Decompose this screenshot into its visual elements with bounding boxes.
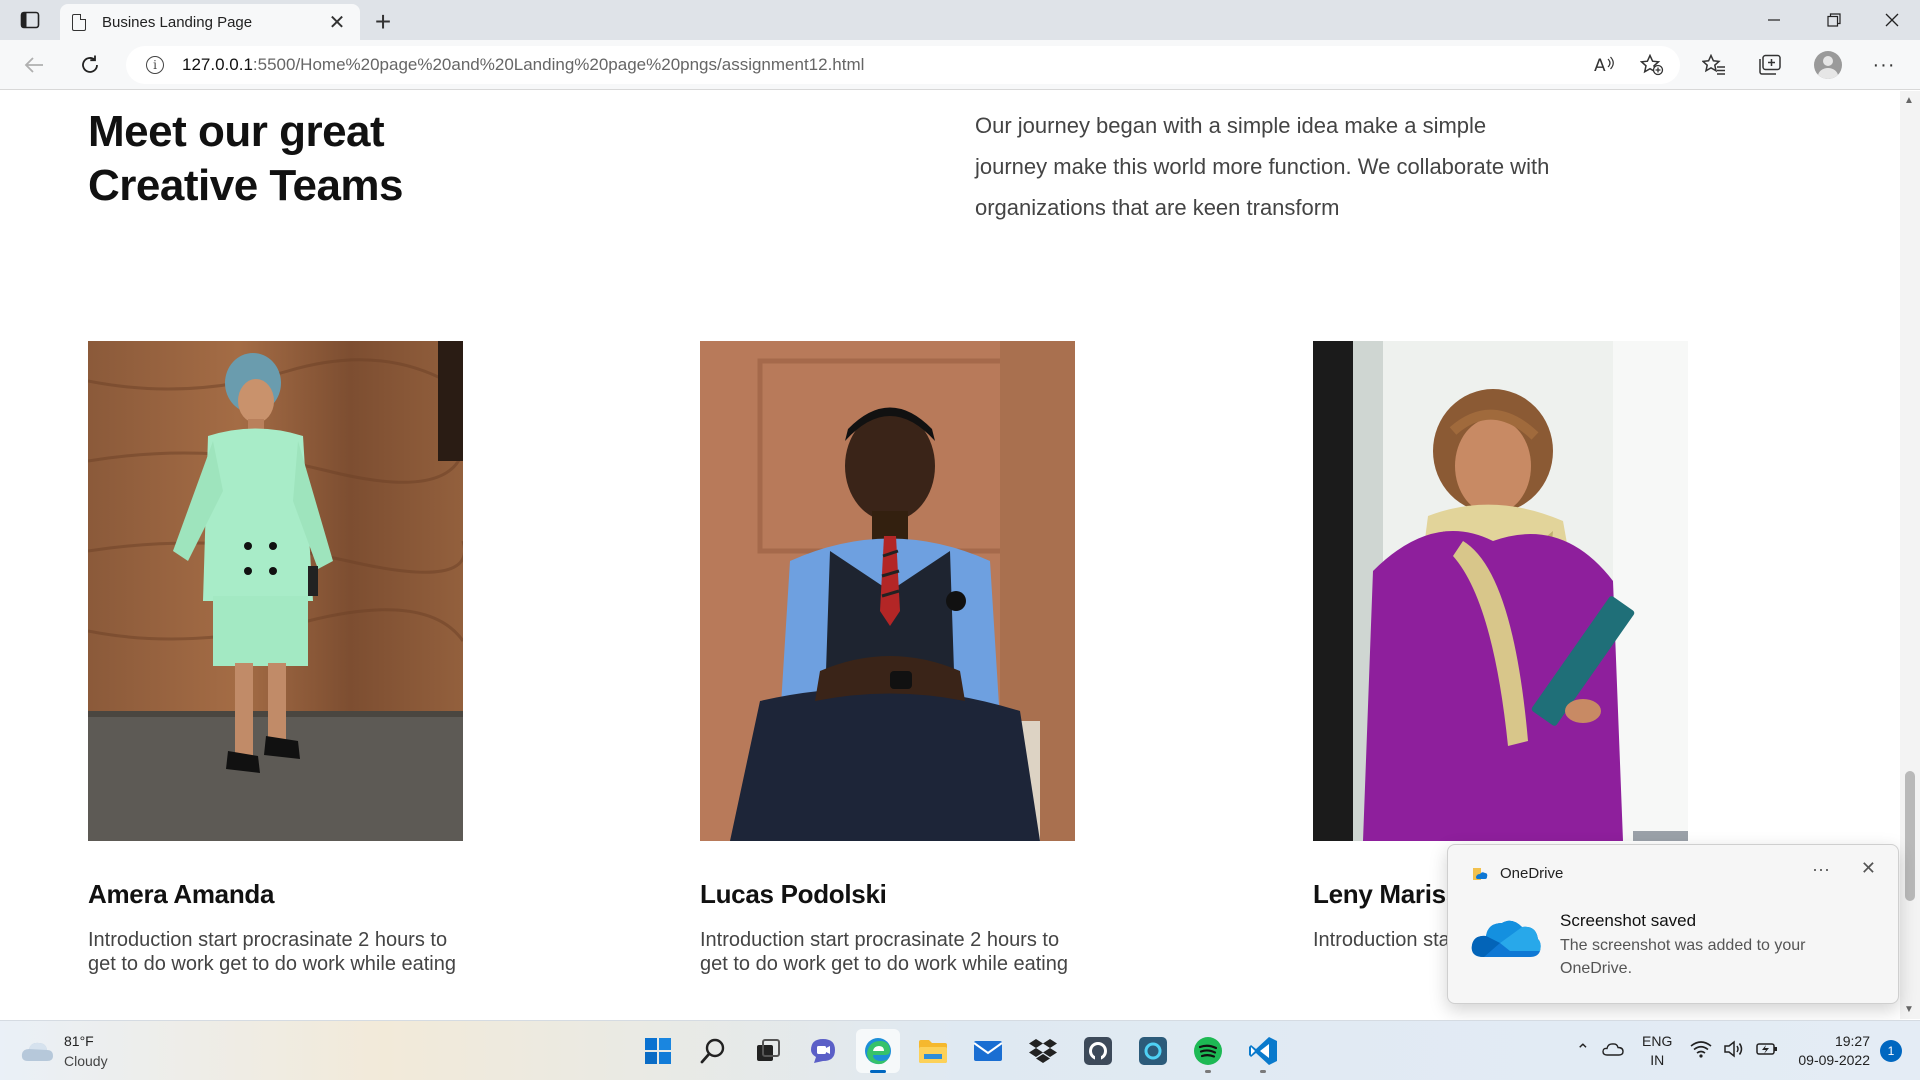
language-code: ENG (1642, 1033, 1673, 1049)
start-icon[interactable] (636, 1029, 680, 1073)
close-window-button[interactable] (1864, 0, 1920, 40)
site-info-icon[interactable]: i (146, 56, 164, 74)
scrollbar-thumb[interactable] (1905, 771, 1915, 901)
close-tab-icon[interactable]: ✕ (326, 10, 348, 35)
page-icon (72, 13, 86, 31)
page-title: Meet our great Creative Teams (88, 105, 404, 213)
tab-title: Busines Landing Page (102, 13, 253, 31)
toast-title: Screenshot saved (1560, 911, 1697, 930)
weather-widget[interactable]: 81°F Cloudy (20, 1031, 108, 1071)
refresh-button[interactable] (70, 40, 110, 90)
minimize-button[interactable] (1746, 0, 1802, 40)
dropbox-icon[interactable] (1021, 1029, 1065, 1073)
notification-badge[interactable]: 1 (1880, 1040, 1902, 1062)
onedrive-small-icon (1473, 867, 1488, 880)
url-path: :5500/Home%20page%20and%20Landing%20page… (252, 55, 865, 74)
url-host: 127.0.0.1 (182, 55, 253, 74)
profile-button[interactable] (1806, 40, 1850, 90)
cortana-icon[interactable] (1131, 1029, 1175, 1073)
url-bar[interactable]: i 127.0.0.1:5500/Home%20page%20and%20Lan… (126, 46, 1680, 84)
clock-date: 09-09-2022 (1798, 1052, 1870, 1068)
language-indicator[interactable]: ENG IN (1642, 1032, 1672, 1070)
weather-description: Cloudy (64, 1053, 108, 1069)
team-card-1: Amera Amanda Introduction start procrasi… (88, 341, 468, 976)
team-bio-1: Introduction start procrasinate 2 hours … (88, 929, 456, 975)
browser-tab[interactable]: Busines Landing Page ✕ (60, 4, 360, 40)
toast-body: The screenshot was added to your OneDriv… (1560, 937, 1806, 977)
wifi-icon[interactable] (1690, 1040, 1712, 1063)
running-indicator (1260, 1070, 1266, 1073)
weather-temperature: 81°F (64, 1033, 94, 1049)
address-bar-row: i 127.0.0.1:5500/Home%20page%20and%20Lan… (0, 40, 1920, 90)
toast-close-icon[interactable]: ✕ (1861, 858, 1876, 879)
file-explorer-icon[interactable] (911, 1029, 955, 1073)
onedrive-cloud-icon (1470, 913, 1542, 966)
team-photo-2 (700, 341, 1075, 841)
volume-icon[interactable] (1724, 1039, 1744, 1063)
read-aloud-icon[interactable]: A (1594, 46, 1616, 84)
toast-app-header: OneDrive (1472, 865, 1563, 882)
taskbar-apps (636, 1029, 1296, 1073)
active-indicator (870, 1070, 886, 1073)
team-name-1: Amera Amanda (88, 879, 275, 909)
restore-button[interactable] (1806, 0, 1862, 40)
clock-time: 19:27 (1834, 1033, 1870, 1049)
onedrive-tray-icon[interactable] (1602, 1041, 1624, 1061)
heading-line-1: Meet our great (88, 107, 385, 156)
heading-line-2: Creative Teams (88, 161, 404, 210)
search-icon[interactable] (691, 1029, 735, 1073)
system-tray: ⌃ ENG IN 19:27 09-09-2022 1 (1570, 1021, 1920, 1080)
mail-icon[interactable] (966, 1029, 1010, 1073)
chevron-up-icon[interactable]: ⌃ (1576, 1041, 1590, 1061)
team-bio-2: Introduction start procrasinate 2 hours … (700, 929, 1068, 975)
back-button[interactable] (14, 40, 54, 90)
tab-bar: Busines Landing Page ✕ + (0, 0, 1920, 40)
settings-more-icon[interactable]: ··· (1862, 40, 1906, 90)
favorites-icon[interactable] (1692, 40, 1736, 90)
team-card-2: Lucas Podolski Introduction start procra… (700, 341, 1080, 976)
collections-icon[interactable] (1748, 40, 1792, 90)
toast-more-icon[interactable]: ··· (1812, 859, 1830, 880)
team-name-2: Lucas Podolski (700, 879, 887, 909)
task-view-icon[interactable] (746, 1029, 790, 1073)
edge-icon[interactable] (856, 1029, 900, 1073)
add-favorite-icon[interactable] (1640, 46, 1664, 84)
tab-actions-icon[interactable] (18, 9, 42, 31)
running-indicator (1205, 1070, 1211, 1073)
vscode-icon[interactable] (1241, 1029, 1285, 1073)
cloud-icon (21, 1042, 53, 1061)
scroll-down-icon[interactable]: ▼ (1904, 1004, 1914, 1015)
github-icon[interactable] (1076, 1029, 1120, 1073)
spotify-icon[interactable] (1186, 1029, 1230, 1073)
taskbar: 81°F Cloudy ⌃ ENG IN 19:27 09-09-2022 1 (0, 1020, 1920, 1080)
onedrive-notification[interactable]: OneDrive ··· ✕ Screenshot saved The scre… (1447, 844, 1899, 1004)
clock[interactable]: 19:27 09-09-2022 (1798, 1032, 1870, 1070)
region-code: IN (1650, 1052, 1665, 1068)
toast-app-name: OneDrive (1500, 865, 1564, 882)
page-scrollbar[interactable]: ▲ ▼ (1900, 91, 1920, 1019)
new-tab-button[interactable]: + (368, 6, 398, 38)
intro-paragraph: Our journey began with a simple idea mak… (975, 113, 1550, 220)
battery-icon[interactable] (1756, 1041, 1778, 1062)
team-photo-3 (1313, 341, 1688, 841)
scroll-up-icon[interactable]: ▲ (1904, 95, 1914, 106)
avatar (1814, 51, 1842, 79)
svg-text:A: A (1594, 56, 1606, 75)
team-photo-1 (88, 341, 463, 841)
teams-chat-icon[interactable] (801, 1029, 845, 1073)
